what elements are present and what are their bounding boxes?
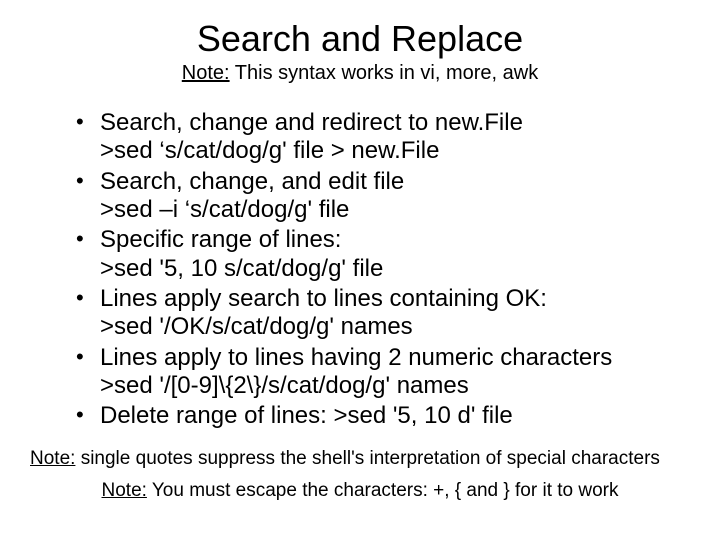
subtitle-text: This syntax works in vi, more, awk [230, 62, 539, 84]
bullet-list: Search, change and redirect to new.File … [30, 109, 690, 430]
item-cmd: >sed '/[0-9]\{2\}/s/cat/dog/g' names [100, 372, 680, 400]
slide-subtitle: Note: This syntax works in vi, more, awk [30, 62, 690, 85]
list-item: Specific range of lines: >sed '5, 10 s/c… [76, 226, 680, 283]
item-cmd: >sed ‘s/cat/dog/g' file > new.File [100, 137, 680, 165]
subtitle-label: Note: [182, 62, 230, 84]
item-desc: Specific range of lines: [100, 226, 341, 253]
footnote-2: Note: You must escape the characters: +,… [30, 480, 690, 502]
item-desc: Lines apply search to lines containing O… [100, 285, 547, 312]
item-desc: Lines apply to lines having 2 numeric ch… [100, 344, 612, 371]
list-item: Delete range of lines: >sed '5, 10 d' fi… [76, 402, 680, 430]
footnote-1: Note: single quotes suppress the shell's… [30, 448, 690, 470]
list-item: Lines apply search to lines containing O… [76, 285, 680, 342]
item-desc: Search, change and redirect to new.File [100, 109, 523, 136]
footnote-1-label: Note: [30, 448, 75, 469]
item-desc: Search, change, and edit file [100, 168, 404, 195]
footnote-2-label: Note: [102, 480, 147, 501]
list-item: Search, change, and edit file >sed –i ‘s… [76, 168, 680, 225]
item-cmd: >sed –i ‘s/cat/dog/g' file [100, 196, 680, 224]
footnote-2-text: You must escape the characters: +, { and… [147, 480, 619, 501]
footnote-1-text: single quotes suppress the shell's inter… [75, 448, 660, 469]
slide-title: Search and Replace [30, 18, 690, 60]
list-item: Search, change and redirect to new.File … [76, 109, 680, 166]
item-cmd: >sed '/OK/s/cat/dog/g' names [100, 313, 680, 341]
item-desc: Delete range of lines: >sed '5, 10 d' fi… [100, 402, 513, 429]
item-cmd: >sed '5, 10 s/cat/dog/g' file [100, 255, 680, 283]
list-item: Lines apply to lines having 2 numeric ch… [76, 344, 680, 401]
slide: Search and Replace Note: This syntax wor… [0, 0, 720, 540]
